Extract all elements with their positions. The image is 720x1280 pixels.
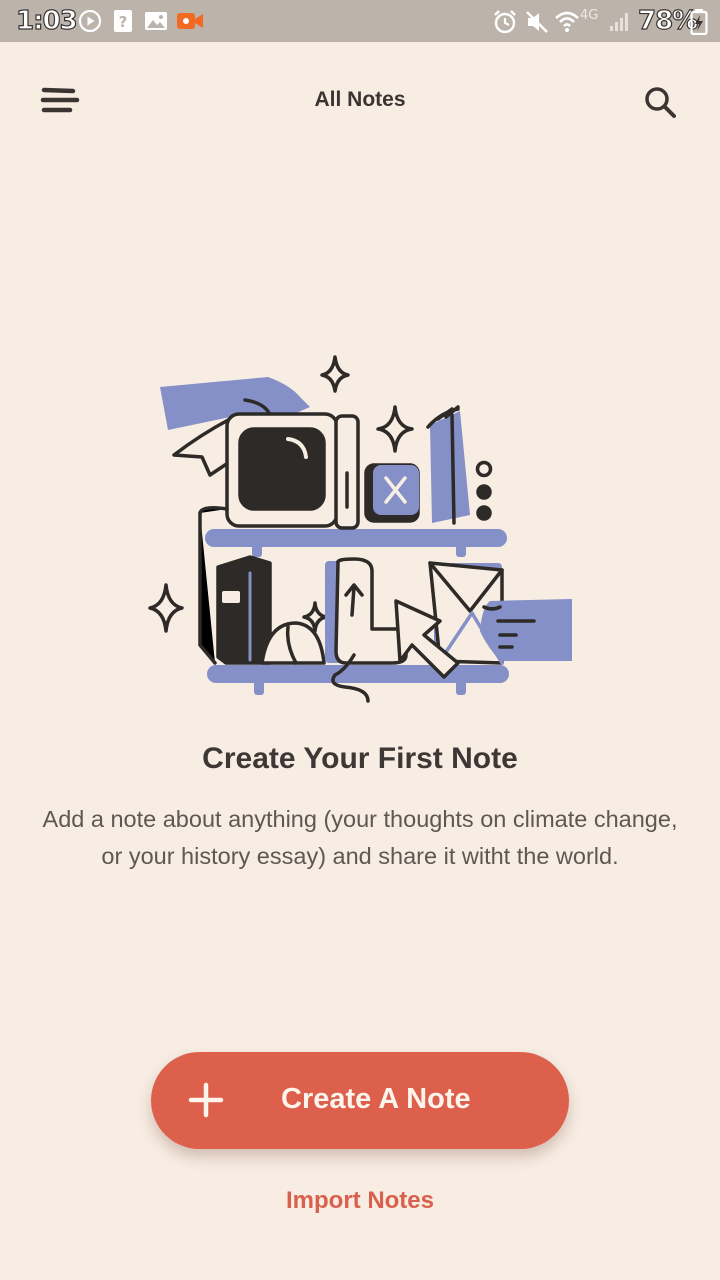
battery-icon <box>690 9 708 40</box>
svg-text:?: ? <box>119 13 128 31</box>
signal-icon <box>608 9 632 38</box>
alarm-icon <box>492 9 518 40</box>
mute-icon <box>524 9 550 40</box>
play-circle-icon <box>78 9 102 38</box>
search-icon[interactable] <box>642 84 678 120</box>
status-bar: 1:03 ? 4G 78% <box>0 0 720 42</box>
battery-level: 78% <box>637 5 698 36</box>
shelves-illustration <box>140 345 580 710</box>
create-note-button[interactable]: Create A Note <box>151 1052 569 1149</box>
app-bar: All Notes <box>0 42 720 162</box>
image-icon <box>144 9 168 38</box>
import-notes-link[interactable]: Import Notes <box>0 1187 720 1215</box>
video-camera-icon <box>176 9 204 38</box>
help-icon: ? <box>112 9 134 38</box>
create-note-label: Create A Note <box>281 1083 471 1115</box>
network-type: 4G <box>580 8 599 23</box>
status-time: 1:03 <box>15 5 78 36</box>
wifi-icon <box>554 9 580 38</box>
plus-icon <box>188 1082 224 1118</box>
page-title: All Notes <box>314 88 406 111</box>
empty-state-description: Add a note about anything (your thoughts… <box>42 806 678 869</box>
empty-state-title: Create Your First Note <box>202 742 518 775</box>
